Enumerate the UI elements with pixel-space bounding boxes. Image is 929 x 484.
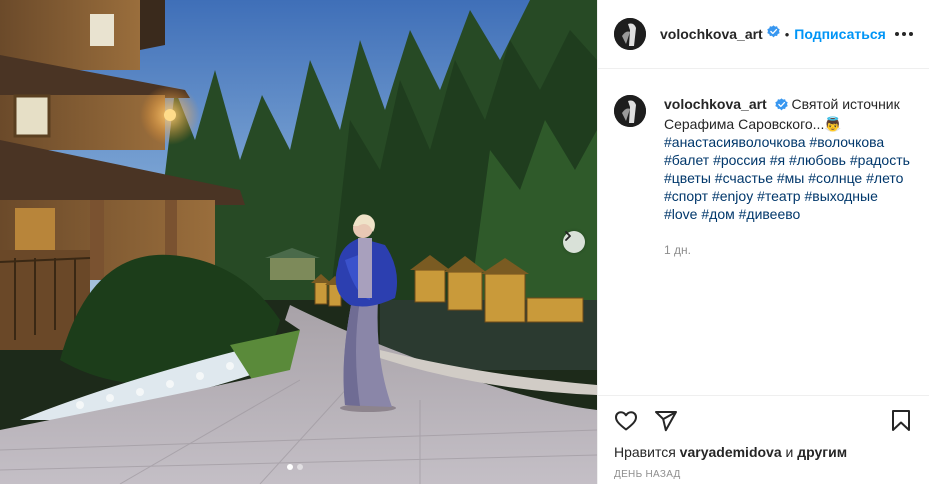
caption-username[interactable]: volochkova_art bbox=[664, 96, 767, 112]
author-username[interactable]: volochkova_art bbox=[660, 26, 763, 42]
avatar-image bbox=[614, 18, 646, 50]
hashtag[interactable]: #радость bbox=[850, 152, 910, 168]
likes-prefix: Нравится bbox=[614, 444, 676, 460]
hashtag[interactable]: #я bbox=[770, 152, 785, 168]
hashtag[interactable]: #любовь bbox=[789, 152, 846, 168]
next-slide-button[interactable] bbox=[563, 231, 585, 253]
hashtag[interactable]: #анастасияволочкова bbox=[664, 134, 806, 150]
post-timestamp[interactable]: ДЕНЬ НАЗАД bbox=[598, 469, 929, 480]
carousel-dot bbox=[297, 464, 303, 470]
separator-dot: • bbox=[784, 26, 790, 42]
caption-body: volochkova_art Святой источник Серафима … bbox=[664, 95, 914, 259]
avatar-image bbox=[614, 95, 646, 127]
caption-avatar[interactable] bbox=[614, 95, 646, 127]
likes-user-link[interactable]: varyademidova bbox=[680, 444, 782, 460]
likes-conjunction: и bbox=[785, 444, 794, 460]
follow-button[interactable]: Подписаться bbox=[794, 26, 886, 42]
angel-emoji: 👼 bbox=[824, 116, 842, 132]
paper-plane-icon[interactable] bbox=[654, 409, 678, 433]
hashtag[interactable]: #балет bbox=[664, 152, 709, 168]
post-photo[interactable] bbox=[0, 0, 597, 484]
instagram-post: volochkova_art • Подписаться volochkova_… bbox=[0, 0, 929, 484]
chevron-right-icon bbox=[565, 231, 571, 241]
hashtag[interactable]: #лето bbox=[866, 170, 903, 186]
bookmark-icon[interactable] bbox=[889, 409, 913, 433]
avatar[interactable] bbox=[614, 18, 646, 50]
verified-badge-icon bbox=[774, 97, 788, 115]
post-header: volochkova_art • Подписаться bbox=[598, 0, 929, 69]
carousel-indicator bbox=[287, 464, 303, 470]
hashtag[interactable]: #дом bbox=[701, 206, 734, 222]
hashtag[interactable]: #волочкова bbox=[809, 134, 884, 150]
likes-summary: Нравится varyademidova и другим bbox=[598, 444, 929, 460]
hashtag[interactable]: #россия bbox=[713, 152, 766, 168]
more-options-icon[interactable] bbox=[895, 28, 913, 40]
photo-illustration bbox=[0, 0, 597, 484]
action-bar bbox=[598, 396, 929, 446]
post-side-panel: volochkova_art • Подписаться volochkova_… bbox=[597, 0, 929, 484]
hashtag[interactable]: #солнце bbox=[808, 170, 862, 186]
hashtag[interactable]: #мы bbox=[777, 170, 804, 186]
hashtag[interactable]: #выходные bbox=[805, 188, 878, 204]
heart-icon[interactable] bbox=[614, 409, 638, 433]
post-caption: volochkova_art Святой источник Серафима … bbox=[614, 95, 914, 259]
likes-others-link[interactable]: другим bbox=[797, 444, 847, 460]
post-footer: Нравится varyademidova и другим ДЕНЬ НАЗ… bbox=[598, 395, 929, 480]
hashtag[interactable]: #love bbox=[664, 206, 697, 222]
hashtag[interactable]: #цветы bbox=[664, 170, 711, 186]
hashtag[interactable]: #спорт bbox=[664, 188, 708, 204]
caption-time[interactable]: 1 дн. bbox=[664, 241, 914, 259]
verified-badge-icon bbox=[767, 25, 780, 43]
hashtag[interactable]: #дивеево bbox=[739, 206, 801, 222]
hashtag[interactable]: #счастье bbox=[715, 170, 773, 186]
hashtag[interactable]: #театр bbox=[757, 188, 801, 204]
carousel-dot-active bbox=[287, 464, 293, 470]
hashtag-list: #анастасияволочкова #волочкова #балет #р… bbox=[664, 133, 914, 223]
hashtag[interactable]: #enjoy bbox=[712, 188, 753, 204]
